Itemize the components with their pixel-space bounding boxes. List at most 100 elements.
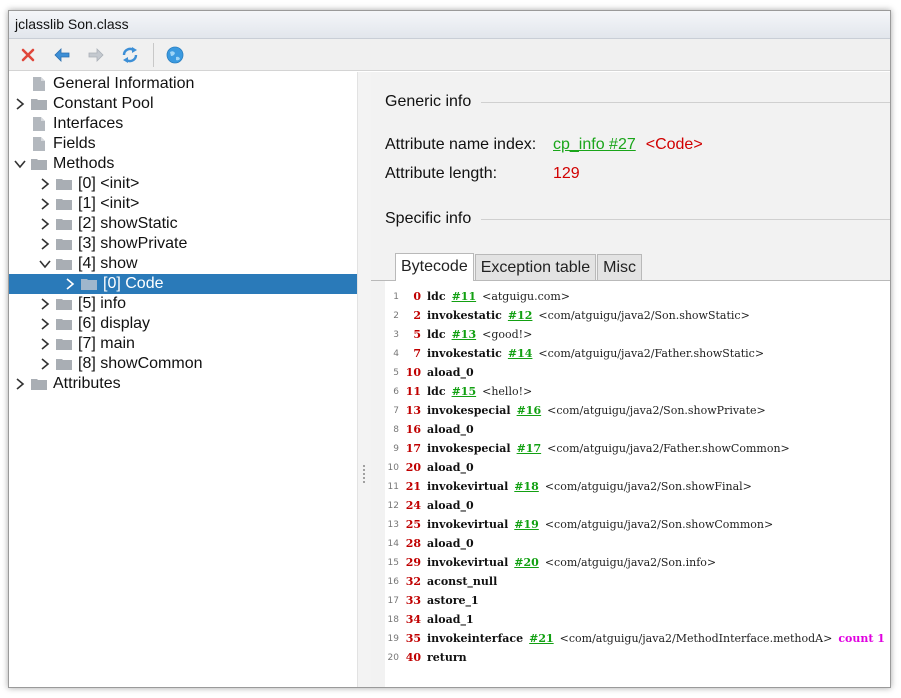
folder-icon — [29, 95, 49, 113]
line-number: 11 — [387, 481, 399, 492]
forward-arrow-icon[interactable] — [83, 42, 109, 68]
constant-pool-ref-link[interactable]: #17 — [517, 442, 542, 455]
close-icon[interactable] — [15, 42, 41, 68]
chevron-right-icon[interactable] — [36, 294, 54, 314]
opcode: invokevirtual — [427, 518, 509, 531]
tab-bytecode[interactable]: Bytecode — [395, 253, 474, 281]
opcode: ldc — [427, 290, 446, 303]
tree-item-constant-pool[interactable]: Constant Pool — [9, 94, 357, 114]
constant-pool-ref-link[interactable]: #11 — [452, 290, 477, 303]
constant-pool-ref-link[interactable]: #16 — [517, 404, 542, 417]
tree-item-method[interactable]: [3] showPrivate — [9, 234, 357, 254]
folder-icon — [54, 295, 74, 313]
chevron-right-icon[interactable] — [36, 334, 54, 354]
section-divider — [481, 219, 890, 220]
bytecode-line: 1 0 ldc #11 <atguigu.com> — [385, 287, 890, 306]
constant-pool-ref-link[interactable]: #21 — [529, 632, 554, 645]
chevron-right-icon[interactable] — [11, 94, 29, 114]
folder-icon — [29, 155, 49, 173]
tree-item-code-selected[interactable]: [0] Code — [9, 274, 357, 294]
constant-pool-ref-link[interactable]: #14 — [508, 347, 533, 360]
tree-item-fields[interactable]: Fields — [9, 134, 357, 154]
bytecode-offset: 33 — [405, 594, 421, 607]
folder-icon — [54, 235, 74, 253]
bytecode-offset: 29 — [405, 556, 421, 569]
chevron-down-icon[interactable] — [11, 154, 29, 174]
tree-item-methods[interactable]: Methods — [9, 154, 357, 174]
toolbar-separator — [153, 42, 154, 67]
tree-item-method[interactable]: [8] showCommon — [9, 354, 357, 374]
constant-pool-ref-link[interactable]: #13 — [452, 328, 477, 341]
opcode: aload_0 — [427, 423, 474, 436]
reload-icon[interactable] — [117, 42, 143, 68]
chevron-right-icon[interactable] — [36, 354, 54, 374]
bytecode-line: 6 11 ldc #15 <hello!> — [385, 382, 890, 401]
opcode: invokespecial — [427, 442, 511, 455]
line-number: 12 — [387, 500, 399, 511]
tree-item-method[interactable]: [6] display — [9, 314, 357, 334]
chevron-right-icon[interactable] — [36, 314, 54, 334]
back-arrow-icon[interactable] — [49, 42, 75, 68]
chevron-right-icon[interactable] — [36, 174, 54, 194]
count-keyword: count 1 — [838, 632, 885, 645]
tree-item-method[interactable]: [5] info — [9, 294, 357, 314]
class-tree: General Information Constant Pool Interf… — [9, 72, 357, 687]
bytecode-line: 8 16 aload_0 — [385, 420, 890, 439]
opcode: aload_0 — [427, 366, 474, 379]
constant-pool-ref-link[interactable]: #12 — [508, 309, 533, 322]
constant-pool-ref-link[interactable]: #18 — [514, 480, 539, 493]
tab-misc[interactable]: Misc — [597, 254, 643, 280]
tree-item-method[interactable]: [7] main — [9, 334, 357, 354]
bytecode-comment: <com/atguigu/java2/MethodInterface.metho… — [559, 632, 833, 645]
drag-handle-icon[interactable] — [362, 464, 366, 484]
chevron-down-icon[interactable] — [36, 254, 54, 274]
tree-item-interfaces[interactable]: Interfaces — [9, 114, 357, 134]
bytecode-offset: 11 — [405, 385, 421, 398]
opcode: invokestatic — [427, 309, 502, 322]
document-icon — [29, 135, 49, 153]
bytecode-offset: 32 — [405, 575, 421, 588]
bytecode-offset: 17 — [405, 442, 421, 455]
line-number: 17 — [387, 595, 399, 606]
bytecode-comment: <com/atguigu/java2/Son.showCommon> — [544, 518, 774, 531]
line-number: 10 — [387, 462, 399, 473]
title-bar: jclasslib Son.class — [9, 11, 890, 39]
tree-item-method[interactable]: [0] <init> — [9, 174, 357, 194]
tree-item-method[interactable]: [1] <init> — [9, 194, 357, 214]
bytecode-line: 9 17 invokespecial #17 <com/atguigu/java2/Fa… — [385, 439, 890, 458]
app-window: jclasslib Son.class General Information … — [8, 10, 891, 688]
chevron-right-icon[interactable] — [36, 234, 54, 254]
line-number: 19 — [387, 633, 399, 644]
bytecode-line: 15 29 invokevirtual #20 <com/atguigu/java2/S… — [385, 553, 890, 572]
detail-panel: Generic info Attribute name index: cp_in… — [371, 72, 890, 687]
constant-pool-ref-link[interactable]: #15 — [452, 385, 477, 398]
tab-exception-table[interactable]: Exception table — [474, 254, 597, 280]
bytecode-line: 16 32 aconst_null — [385, 572, 890, 591]
bytecode-line: 12 24 aload_0 — [385, 496, 890, 515]
chevron-right-icon[interactable] — [36, 214, 54, 234]
chevron-right-icon[interactable] — [11, 374, 29, 394]
tree-item-method-show[interactable]: [4] show — [9, 254, 357, 274]
chevron-right-icon[interactable] — [36, 194, 54, 214]
tree-item-method[interactable]: [2] showStatic — [9, 214, 357, 234]
split-pane-divider[interactable] — [357, 72, 371, 687]
cp-info-link[interactable]: cp_info #27 — [553, 136, 636, 154]
bytecode-offset: 5 — [413, 328, 421, 341]
bytecode-offset: 28 — [405, 537, 421, 550]
tree-item-general-information[interactable]: General Information — [9, 74, 357, 94]
opcode: invokeinterface — [427, 632, 524, 645]
bytecode-offset: 24 — [405, 499, 421, 512]
opcode: ldc — [427, 385, 446, 398]
globe-icon[interactable] — [162, 42, 188, 68]
constant-pool-ref-link[interactable]: #19 — [514, 518, 539, 531]
opcode: ldc — [427, 328, 446, 341]
section-divider — [471, 102, 890, 103]
opcode: astore_1 — [427, 594, 479, 607]
opcode: invokespecial — [427, 404, 511, 417]
chevron-right-icon[interactable] — [61, 274, 79, 294]
attribute-length-label: Attribute length: — [385, 165, 498, 182]
tree-item-attributes[interactable]: Attributes — [9, 374, 357, 394]
constant-pool-ref-link[interactable]: #20 — [514, 556, 539, 569]
bytecode-line: 20 40 return — [385, 648, 890, 667]
attribute-length-value: 129 — [553, 165, 580, 182]
